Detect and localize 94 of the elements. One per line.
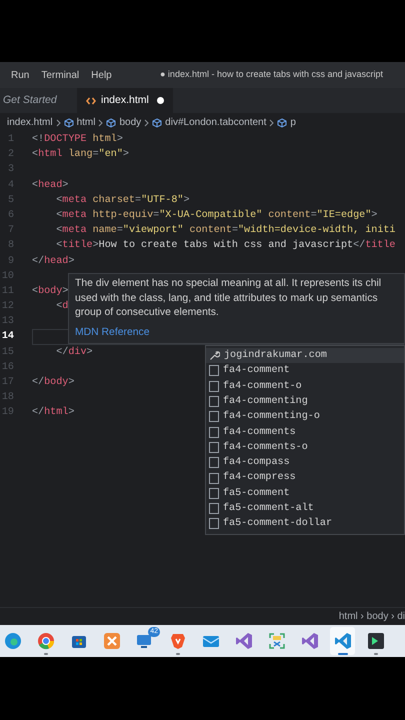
suggestion-item[interactable]: fa5-comment: [206, 486, 404, 501]
line-number: 19: [0, 406, 14, 420]
terminal-app-icon: [366, 632, 384, 650]
wrench-icon: [209, 350, 220, 362]
line-number: 12: [0, 300, 14, 314]
edge-browser-icon: [4, 632, 22, 650]
line-number: 10: [0, 270, 14, 284]
suggestion-item[interactable]: fa5-comment-alt: [206, 500, 404, 516]
line-number: 15: [0, 346, 14, 360]
line-number: 1: [6, 133, 14, 148]
editor-tab[interactable]: index.html: [77, 88, 173, 113]
code-line: </body>: [32, 376, 74, 390]
suggestion-item[interactable]: fa4-compress: [206, 470, 404, 486]
line-number: 2: [6, 148, 14, 162]
chevron-icon: [144, 118, 150, 126]
screen-capture-icon: [268, 632, 286, 650]
cube-icon: [106, 118, 116, 128]
suggestion-item[interactable]: fa4-comments: [206, 424, 404, 440]
cube-icon: [277, 118, 288, 128]
code-editor-icon: [334, 632, 352, 650]
line-number: 13: [0, 315, 14, 330]
monitor-app-icon: [136, 632, 154, 650]
code-line: <title>How to create tabs with css and javascript</title: [55, 238, 396, 254]
cube-icon: [64, 118, 74, 128]
status-breadcrumb: html › body › di: [338, 610, 405, 624]
lion-shield-icon: [168, 632, 186, 650]
mdn-reference-link[interactable]: MDN Reference: [75, 324, 150, 340]
menu-item[interactable]: Help: [91, 68, 112, 82]
xampp-icon: [102, 632, 120, 650]
breadcrumb-item[interactable]: body: [119, 115, 142, 130]
menu-item[interactable]: Run: [11, 68, 30, 82]
chevron-icon: [269, 118, 274, 126]
window-title: ● index.html - how to create tabs with css and javascript: [160, 68, 384, 82]
running-indicator: [374, 653, 378, 655]
tooltip-description: The div element has no special meaning at all. It represents its chil used with the class, lang, and title attributes to mark up semantics group of consecutive elements.: [75, 277, 382, 320]
chevron-icon: [98, 118, 104, 126]
suggestion-item[interactable]: fa4-comment: [206, 363, 404, 379]
code-line: <meta name="viewport" content="width=device-width, initi: [55, 224, 396, 238]
suggestion-item[interactable]: fa5-comment-dollar: [206, 516, 404, 532]
breadcrumb-item[interactable]: div#London.tabcontent: [165, 115, 266, 130]
breadcrumb-item[interactable]: p: [290, 115, 296, 130]
line-number: 16: [0, 360, 14, 375]
text-square-icon: [209, 518, 219, 530]
visual-studio-icon: [300, 632, 318, 650]
text-square-icon: [209, 426, 219, 438]
code-line: </div>: [55, 346, 93, 360]
menu-item[interactable]: Terminal: [41, 68, 80, 82]
text-square-icon: [209, 365, 219, 376]
code-line: </html>: [32, 406, 74, 420]
line-number: 17: [0, 376, 14, 390]
line-number: 14: [0, 330, 14, 344]
line-number: 6: [6, 208, 14, 223]
code-line: <d: [55, 300, 68, 314]
line-number: 8: [6, 239, 14, 254]
text-square-icon: [209, 503, 219, 514]
running-indicator: [176, 653, 180, 655]
code-line: </head>: [32, 254, 74, 269]
breadcrumb-item[interactable]: html: [76, 115, 96, 130]
text-square-icon: [209, 472, 219, 484]
editor-tab[interactable]: Get Started: [0, 88, 77, 113]
line-number: 4: [6, 178, 14, 193]
suggestion-item[interactable]: fa4-comment-o: [206, 378, 404, 394]
line-number: 7: [6, 224, 14, 238]
running-indicator: [44, 653, 48, 655]
text-square-icon: [209, 457, 219, 468]
code-line: <meta http-equiv="X-UA-Compatible" content="IE=edge">: [55, 208, 378, 223]
text-square-icon: [209, 380, 219, 392]
line-number: 18: [0, 391, 14, 406]
suggestion-item[interactable]: fa4-commenting: [206, 394, 404, 410]
chevron-icon: [56, 118, 61, 126]
code-brackets-icon: [86, 96, 96, 104]
suggestion-item[interactable]: jogindrakumar.com: [206, 348, 404, 364]
text-square-icon: [209, 411, 219, 422]
line-number: 11: [0, 284, 14, 299]
code-line: <body>: [32, 284, 68, 299]
breadcrumb-item[interactable]: index.html: [7, 115, 53, 130]
running-indicator: [338, 653, 348, 655]
chrome-browser-icon: [36, 632, 54, 650]
visual-studio-icon: [234, 632, 252, 650]
text-square-icon: [209, 488, 219, 499]
code-line: <head>: [32, 178, 68, 193]
line-number: 3: [6, 163, 14, 178]
line-number: 5: [6, 194, 14, 208]
text-square-icon: [209, 442, 219, 453]
taskbar-button[interactable]: [330, 627, 355, 655]
code-line: <html lang="en">: [32, 148, 129, 162]
line-number: 9: [6, 254, 14, 269]
code-line: <!DOCTYPE html>: [32, 132, 123, 148]
code-line: <meta charset="UTF-8">: [55, 194, 190, 208]
text-square-icon: [209, 396, 219, 408]
suggestion-item[interactable]: fa4-commenting-o: [206, 409, 404, 424]
suggestion-item[interactable]: fa4-compass: [206, 455, 404, 470]
cube-icon: [152, 118, 162, 128]
suggestion-item[interactable]: fa4-comments-o: [206, 440, 404, 456]
